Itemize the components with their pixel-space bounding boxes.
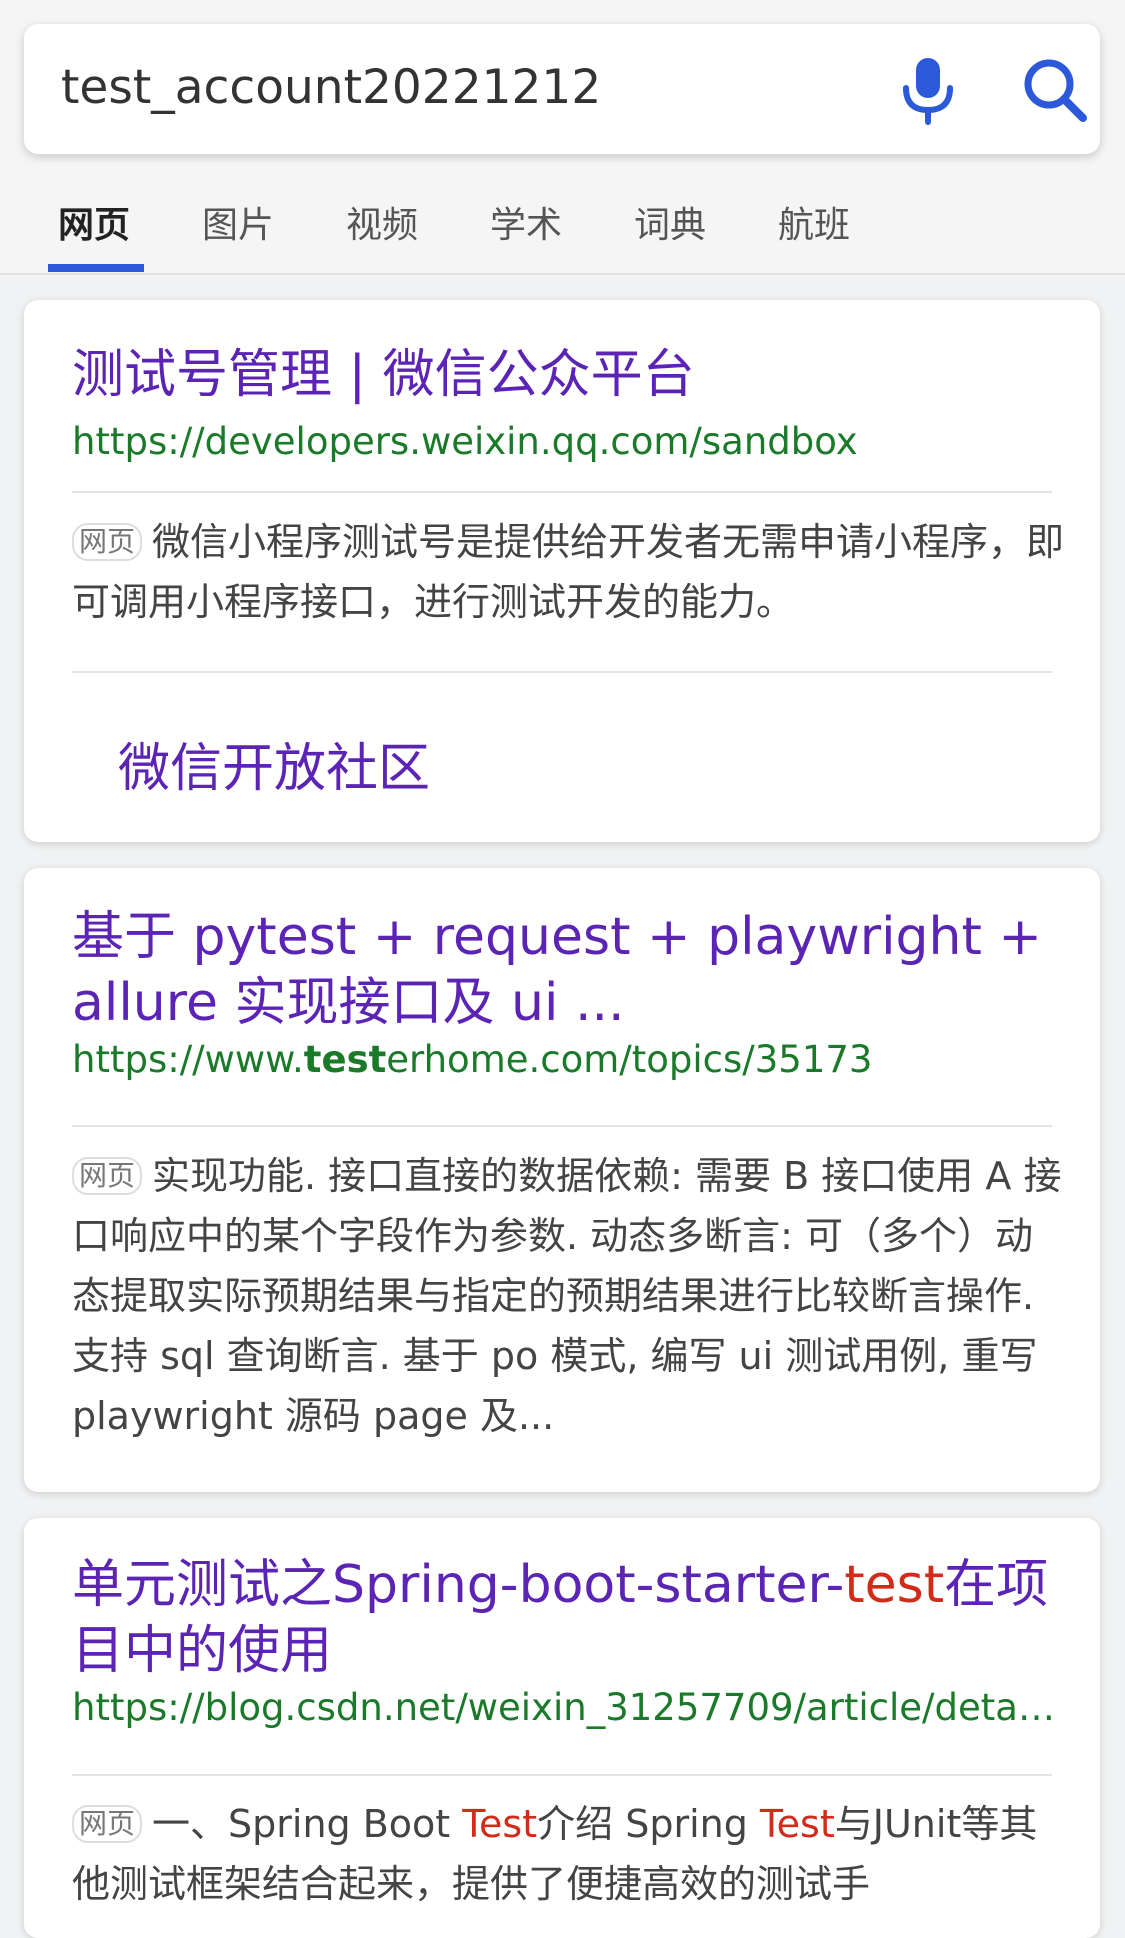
title-highlight: test [844, 1555, 945, 1615]
result-divider [72, 1774, 1052, 1776]
microphone-icon[interactable] [900, 54, 956, 126]
tab-web[interactable]: 网页 [58, 196, 130, 248]
title-line-1: 基于 pytest + request + playwright + [72, 907, 1042, 967]
result-snippet: 网页 一、Spring Boot Test介绍 Spring Test与JUnit… [72, 1794, 1071, 1914]
result-title[interactable]: 测试号管理 | 微信公众平台 [72, 342, 695, 408]
snippet-text: 微信小程序测试号是提供给开发者无需申请小程序，即可调用小程序接口，进行测试开发的… [72, 520, 1065, 624]
web-badge: 网页 [72, 523, 143, 561]
tab-bar: 网页 图片 视频 学术 词典 航班 [0, 196, 1125, 271]
search-box[interactable]: test_account20221212 [24, 24, 1100, 154]
header: test_account20221212 网页 图片 视频 学术 词典 航班 [0, 0, 1125, 275]
tab-videos[interactable]: 视频 [346, 196, 418, 248]
result-snippet: 网页 实现功能. 接口直接的数据依赖: 需要 B 接口使用 A 接口响应中的某个字… [72, 1146, 1071, 1446]
result-snippet: 网页 微信小程序测试号是提供给开发者无需申请小程序，即可调用小程序接口，进行测试开… [72, 512, 1071, 632]
snippet-text: 介绍 Spring [537, 1802, 760, 1846]
url-part: erhome.com/topics/35173 [386, 1038, 873, 1081]
result-divider [72, 1125, 1052, 1127]
result-divider [72, 671, 1052, 673]
tab-images[interactable]: 图片 [202, 196, 274, 248]
active-tab-indicator [48, 264, 144, 272]
result-divider [72, 491, 1052, 493]
snippet-highlight: Test [462, 1802, 538, 1846]
snippet-text: 实现功能. 接口直接的数据依赖: 需要 B 接口使用 A 接口响应中的某个字段作… [72, 1154, 1062, 1438]
result-card: 基于 pytest + request + playwright + allure… [24, 868, 1100, 1492]
result-title[interactable]: 基于 pytest + request + playwright + allure… [72, 904, 1042, 1036]
result-card: 测试号管理 | 微信公众平台 https://developers.weixin… [24, 300, 1100, 842]
url-part: https://www. [72, 1038, 304, 1081]
url-highlight: test [303, 1038, 387, 1081]
tab-dictionary[interactable]: 词典 [634, 196, 706, 248]
result-url[interactable]: https://blog.csdn.net/weixin_31257709/ar… [72, 1686, 1071, 1729]
result-card: 单元测试之Spring-boot-starter-test在项目中的使用 htt… [24, 1518, 1100, 1938]
tab-flights[interactable]: 航班 [778, 196, 850, 248]
tab-academic[interactable]: 学术 [490, 196, 562, 248]
result-url[interactable]: https://www.testerhome.com/topics/35173 [72, 1038, 1071, 1081]
web-badge: 网页 [72, 1805, 143, 1843]
result-sublink[interactable]: 微信开放社区 [118, 726, 430, 801]
web-badge: 网页 [72, 1157, 143, 1195]
title-line-2: allure 实现接口及 ui ... [72, 973, 625, 1033]
search-icon[interactable] [1019, 54, 1091, 126]
title-part: 单元测试之Spring-boot-starter- [72, 1555, 845, 1615]
result-url[interactable]: https://developers.weixin.qq.com/sandbox [72, 420, 1071, 463]
snippet-text: 一、Spring Boot [152, 1802, 463, 1846]
search-input[interactable]: test_account20221212 [61, 60, 601, 115]
snippet-highlight: Test [759, 1802, 835, 1846]
result-title[interactable]: 单元测试之Spring-boot-starter-test在项目中的使用 [72, 1552, 1100, 1684]
